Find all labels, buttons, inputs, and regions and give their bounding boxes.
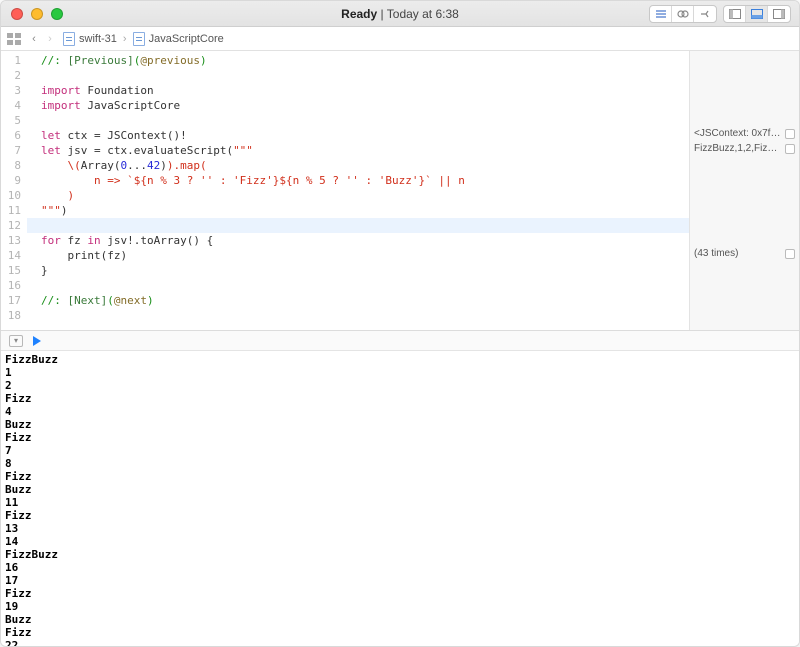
code-line: n => `${n % 3 ? '' : 'Fizz'}${n % 5 ? ''…: [41, 173, 683, 188]
console-line: 19: [5, 600, 795, 613]
console-line: 13: [5, 522, 795, 535]
code-line: \(Array(0...42)).map(: [41, 158, 683, 173]
console-line: 1: [5, 366, 795, 379]
code-line: ): [41, 188, 683, 203]
result-item[interactable]: (43 times): [694, 248, 795, 259]
code-text[interactable]: //: [Previous](@previous) import Foundat…: [27, 51, 689, 330]
result-item[interactable]: FizzBuzz,1,2,Fizz,4,Buzz,Fi…: [694, 143, 795, 154]
line-gutter: 123456789101112131415161718: [1, 51, 27, 330]
quicklook-icon[interactable]: [785, 249, 795, 259]
console-line: FizzBuzz: [5, 548, 795, 561]
run-playground-button[interactable]: [33, 336, 41, 346]
console-line: Fizz: [5, 626, 795, 639]
zoom-window-button[interactable]: [51, 8, 63, 20]
code-line: //: [Previous](@previous): [41, 53, 683, 68]
code-line: print(fz): [41, 248, 683, 263]
code-line: import JavaScriptCore: [41, 98, 683, 113]
code-line: }: [41, 263, 683, 278]
code-line: [41, 308, 683, 323]
console-line: 7: [5, 444, 795, 457]
console-line: Buzz: [5, 418, 795, 431]
breadcrumb-project[interactable]: swift-31: [63, 32, 117, 46]
console-line: 11: [5, 496, 795, 509]
status-timestamp: Today at 6:38: [387, 7, 459, 21]
console-line: 22: [5, 639, 795, 646]
console-line: FizzBuzz: [5, 353, 795, 366]
history-forward-button[interactable]: ›: [43, 33, 57, 45]
close-window-button[interactable]: [11, 8, 23, 20]
code-line: //: [Next](@next): [41, 293, 683, 308]
jump-bar: ‹ › swift-31 › JavaScriptCore: [1, 27, 799, 51]
code-line: [41, 68, 683, 83]
console-line: Fizz: [5, 392, 795, 405]
chevron-right-icon: ›: [123, 33, 127, 45]
xcode-playground-window: Ready | Today at 6:38 ‹ › swift-31: [0, 0, 800, 647]
console-line: Buzz: [5, 483, 795, 496]
console-line: 8: [5, 457, 795, 470]
source-editor[interactable]: 123456789101112131415161718 //: [Previou…: [1, 51, 689, 330]
console-line: Buzz: [5, 613, 795, 626]
console-line: Fizz: [5, 587, 795, 600]
window-controls: [11, 8, 63, 20]
playground-page-icon: [133, 32, 145, 46]
playground-file-icon: [63, 32, 75, 46]
results-sidebar: <JSContext: 0x7f9067c… FizzBuzz,1,2,Fizz,…: [689, 51, 799, 330]
code-line: for fz in jsv!.toArray() {: [41, 233, 683, 248]
console-line: 17: [5, 574, 795, 587]
debug-bar: ▾: [1, 331, 799, 351]
code-line: [41, 278, 683, 293]
code-line: let ctx = JSContext()!: [41, 128, 683, 143]
debug-view-dropdown[interactable]: ▾: [9, 335, 23, 347]
code-line: [41, 113, 683, 128]
code-line: """): [41, 203, 683, 218]
toolbar-right: [649, 5, 799, 23]
breadcrumb-page[interactable]: JavaScriptCore: [133, 32, 224, 46]
code-line: let jsv = ctx.evaluateScript(""": [41, 143, 683, 158]
console-line: Fizz: [5, 470, 795, 483]
panel-toggle-segment: [723, 5, 791, 23]
toggle-navigator-button[interactable]: [724, 6, 746, 22]
code-line: import Foundation: [41, 83, 683, 98]
result-item[interactable]: <JSContext: 0x7f9067c…: [694, 128, 795, 139]
code-line: [41, 218, 683, 233]
minimize-window-button[interactable]: [31, 8, 43, 20]
toggle-debug-area-button[interactable]: [746, 6, 768, 22]
console-line: 2: [5, 379, 795, 392]
version-editor-button[interactable]: [694, 6, 716, 22]
console-line: Fizz: [5, 509, 795, 522]
console-line: Fizz: [5, 431, 795, 444]
editor-mode-segment: [649, 5, 717, 23]
history-back-button[interactable]: ‹: [27, 33, 41, 45]
console-output[interactable]: FizzBuzz12Fizz4BuzzFizz78FizzBuzz11Fizz1…: [1, 351, 799, 646]
main-split: 123456789101112131415161718 //: [Previou…: [1, 51, 799, 646]
editor-area: 123456789101112131415161718 //: [Previou…: [1, 51, 799, 331]
console-line: 16: [5, 561, 795, 574]
toggle-inspectors-button[interactable]: [768, 6, 790, 22]
assistant-editor-button[interactable]: [672, 6, 694, 22]
quicklook-icon[interactable]: [785, 144, 795, 154]
console-line: 14: [5, 535, 795, 548]
history-arrows: ‹ ›: [27, 33, 57, 45]
standard-editor-button[interactable]: [650, 6, 672, 22]
quicklook-icon[interactable]: [785, 129, 795, 139]
status-text: Ready: [341, 7, 377, 21]
console-line: 4: [5, 405, 795, 418]
related-items-icon[interactable]: [7, 33, 21, 45]
titlebar: Ready | Today at 6:38: [1, 1, 799, 27]
